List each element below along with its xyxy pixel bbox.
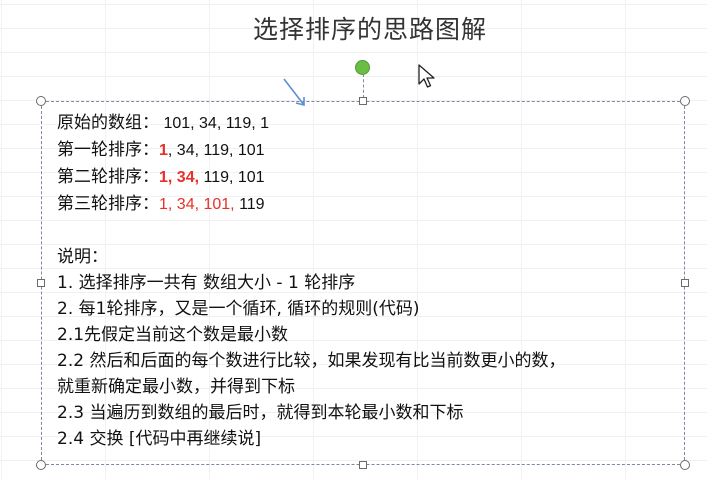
row-label: 第三轮排序： [57,194,159,214]
row-label: 原始的数组： [57,113,159,133]
rotate-handle-icon[interactable] [355,60,370,75]
resize-handle-right[interactable] [681,279,689,287]
remaining-values: 119, 101 [199,169,265,186]
array-row-pass-2: 第二轮排序：1, 34, 119, 101 [57,164,682,191]
note-line: 2.4 交换 [代码中再继续说] [57,429,262,449]
resize-handle-bottom-left[interactable] [36,460,46,470]
resize-handle-top-left[interactable] [36,96,46,106]
row-values: 101, 34, 119, 1 [159,115,270,132]
array-row-pass-1: 第一轮排序：1, 34, 119, 101 [57,137,682,164]
note-line: 2. 每1轮排序，又是一个循环, 循环的规则(代码) [57,299,420,319]
remaining-values: 119 [234,196,265,213]
notes-heading: 说明： [57,247,108,267]
note-line: 2.2 然后和后面的每个数进行比较，如果发现有比当前数更小的数， [57,351,566,371]
resize-handle-top-right[interactable] [680,96,690,106]
sorted-values: 1, 34, 101, [159,196,235,213]
row-label: 第一轮排序： [57,140,159,160]
mouse-pointer-icon [418,64,435,88]
array-row-pass-3: 第三轮排序：1, 34, 101, 119 [57,191,682,218]
resize-handle-top[interactable] [359,97,367,105]
row-label: 第二轮排序： [57,167,159,187]
sorted-values: 1, 34, [159,169,200,186]
sorted-values: 1 [159,142,168,159]
note-line: 2.3 当遍历到数组的最后时，就得到本轮最小数和下标 [57,403,464,423]
note-line: 2.1先假定当前这个数是最小数 [57,325,289,345]
resize-handle-bottom-right[interactable] [680,460,690,470]
resize-handle-left[interactable] [37,279,45,287]
array-row-original: 原始的数组： 101, 34, 119, 1 [57,110,682,137]
note-line: 1. 选择排序一共有 数组大小 - 1 轮排序 [57,273,356,293]
page-title: 选择排序的思路图解 [252,15,487,44]
rotate-connector [363,74,364,98]
note-line: 就重新确定最小数，并得到下标 [57,377,295,397]
remaining-values: , 34, 119, 101 [167,142,265,159]
resize-handle-bottom[interactable] [359,461,367,469]
text-box-content: 原始的数组： 101, 34, 119, 1 第一轮排序：1, 34, 119,… [57,110,682,452]
